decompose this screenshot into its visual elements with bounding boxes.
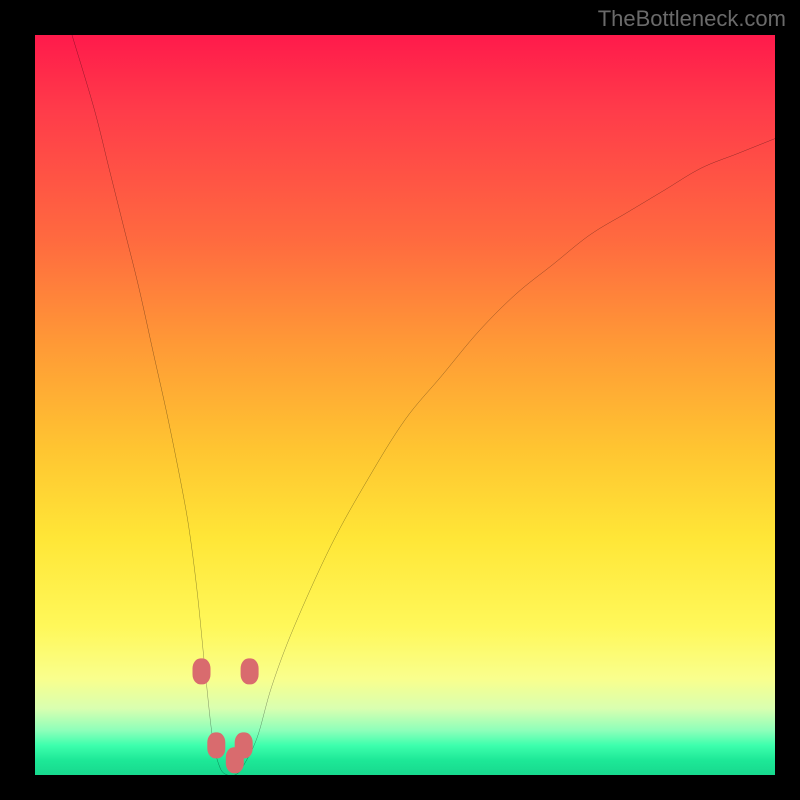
curve-marker <box>235 732 253 758</box>
curve-marker <box>193 658 211 684</box>
chart-frame: TheBottleneck.com <box>0 0 800 800</box>
curve-marker <box>207 732 225 758</box>
plot-area <box>35 35 775 775</box>
watermark-text: TheBottleneck.com <box>598 6 786 32</box>
markers-layer <box>35 35 775 775</box>
curve-marker <box>241 658 259 684</box>
